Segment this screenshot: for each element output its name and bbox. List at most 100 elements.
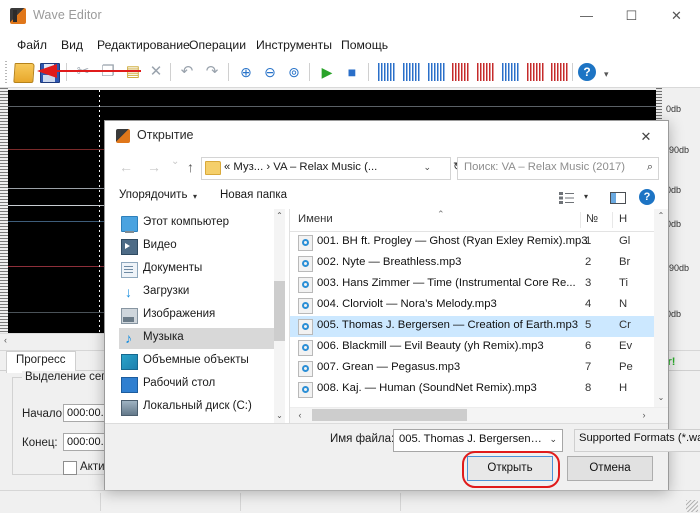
chevron-down-icon[interactable]: ▾ [193, 192, 197, 201]
toolbar-overflow-icon[interactable]: ▾ [604, 69, 609, 80]
tree-item-downloads[interactable]: ↓ Загрузки [119, 282, 275, 303]
menu-help[interactable]: Помощь [337, 37, 392, 53]
resize-grip[interactable] [686, 500, 698, 512]
minimize-button[interactable]: — [564, 0, 609, 31]
table-row[interactable]: 004. Clorviolt — Nora’s Melody.mp3 4 N [290, 295, 654, 316]
scroll-up-icon[interactable]: ⌃ [654, 209, 668, 223]
scroll-left-icon[interactable]: ‹ [4, 335, 7, 345]
zoom-out-icon[interactable]: ⊖ [261, 63, 279, 81]
list-view-icon[interactable] [559, 191, 574, 209]
maximize-button[interactable]: ☐ [609, 0, 654, 31]
search-box[interactable]: Поиск: VA – Relax Music (2017) ⌕ [457, 157, 659, 180]
play-icon[interactable]: ▶ [318, 63, 336, 81]
redo-icon[interactable]: ↷ [203, 63, 221, 81]
table-row[interactable]: 008. Kaj. — Human (SoundNet Remix).mp3 8… [290, 379, 654, 400]
scroll-up-icon[interactable]: ⌃ [274, 209, 285, 223]
help-icon[interactable]: ? [578, 63, 596, 81]
column-number[interactable]: № [586, 213, 598, 225]
pitch-down-wave-icon[interactable] [551, 63, 569, 81]
scroll-down-icon[interactable]: ⌄ [654, 391, 668, 405]
up-icon[interactable]: ↑ [187, 159, 194, 175]
local-disk-icon [121, 400, 138, 416]
cut-icon[interactable]: ✂ [74, 63, 92, 81]
filename-input[interactable]: 005. Thomas J. Bergersen — Cre ⌄ [393, 429, 563, 452]
preview-pane-icon[interactable] [610, 191, 626, 209]
view-dropdown-icon[interactable]: ▾ [584, 192, 588, 201]
undo-icon[interactable]: ↶ [178, 63, 196, 81]
insert-wave-icon[interactable] [477, 63, 495, 81]
column-title[interactable]: Н [619, 213, 627, 225]
tree-item-video[interactable]: Видео [119, 236, 275, 257]
fade-out-wave-icon[interactable] [403, 63, 421, 81]
tree-item-label: Изображения [143, 308, 216, 320]
table-row[interactable]: 001. BH ft. Progley — Ghost (Ryan Exley … [290, 232, 654, 253]
close-icon: ✕ [640, 129, 652, 144]
tree-item-pictures[interactable]: Изображения [119, 305, 275, 326]
menu-edit[interactable]: Редактирование [93, 37, 194, 53]
fade-in-wave-icon[interactable] [378, 63, 396, 81]
table-row[interactable]: 003. Hans Zimmer — Time (Instrumental Co… [290, 274, 654, 295]
audio-file-icon [298, 256, 313, 272]
tree-item-desktop[interactable]: Рабочий стол [119, 374, 275, 395]
tab-progress[interactable]: Прогресс [6, 351, 76, 373]
file-title: Ti [619, 277, 628, 289]
menu-operations[interactable]: Операции [185, 37, 250, 53]
tree-scrollbar[interactable]: ⌃ ⌄ [274, 209, 285, 423]
pitch-up-wave-icon[interactable] [527, 63, 545, 81]
tree-item-3d-objects[interactable]: Объемные объекты [119, 351, 275, 372]
normalize-wave-icon[interactable] [428, 63, 446, 81]
menu-file[interactable]: Файл [13, 37, 51, 53]
stop-icon[interactable]: ■ [343, 63, 361, 81]
tree-item-this-pc[interactable]: Этот компьютер [119, 213, 275, 234]
tree-scroll-thumb[interactable] [274, 281, 285, 341]
downloads-folder-icon: ↓ [125, 284, 132, 300]
screen: Wave Editor — ☐ ✕ Файл Вид Редактировани… [0, 0, 700, 513]
help-icon[interactable]: ? [639, 189, 655, 205]
chevron-down-icon[interactable]: ⌄ [423, 162, 431, 173]
search-input[interactable]: Поиск: VA – Relax Music (2017) [464, 161, 625, 173]
table-row[interactable]: 006. Blackmill — Evil Beauty (yh Remix).… [290, 337, 654, 358]
file-number: 5 [585, 319, 592, 331]
hscroll-thumb[interactable] [312, 409, 467, 421]
file-number: 2 [585, 256, 592, 268]
chevron-down-icon[interactable]: ⌄ [549, 434, 557, 445]
close-button[interactable]: ✕ [654, 0, 699, 31]
toolbar-grip[interactable] [5, 61, 7, 83]
tree-item-label: Рабочий стол [143, 377, 216, 389]
history-dropdown-icon[interactable]: ⌄ [171, 156, 179, 167]
zoom-fit-icon[interactable]: ⊚ [285, 63, 303, 81]
delete-icon[interactable]: ✕ [147, 63, 165, 81]
table-row-selected[interactable]: 005. Thomas J. Bergersen — Creation of E… [290, 316, 654, 337]
back-icon[interactable]: ← [119, 159, 133, 175]
filetype-select[interactable]: Supported Formats (*.wav;*mp ⌄ [574, 429, 700, 452]
forward-icon[interactable]: → [147, 159, 161, 175]
breadcrumb[interactable]: « Муз... › VA – Relax Music (... ⌄ [201, 157, 451, 180]
cancel-button[interactable]: Отмена [567, 456, 653, 481]
table-row[interactable]: 002. Nyte — Breathless.mp3 2 Br [290, 253, 654, 274]
open-file-icon[interactable] [13, 63, 35, 83]
amplify-wave-icon[interactable] [452, 63, 470, 81]
scroll-down-icon[interactable]: ⌄ [274, 409, 285, 423]
equalize-wave-icon[interactable] [502, 63, 520, 81]
menu-tools[interactable]: Инструменты [252, 37, 336, 53]
organize-button[interactable]: Упорядочить [119, 189, 187, 201]
paste-icon[interactable]: ▤ [124, 63, 142, 81]
file-list-hscrollbar[interactable]: ‹ › [290, 407, 668, 423]
menu-view[interactable]: Вид [57, 37, 87, 53]
scroll-left-icon[interactable]: ‹ [292, 408, 308, 422]
table-row[interactable]: 007. Grean — Pegasus.mp3 7 Pe [290, 358, 654, 379]
dialog-close-button[interactable]: ✕ [624, 121, 668, 151]
tree-item-documents[interactable]: Документы [119, 259, 275, 280]
copy-icon[interactable]: ❐ [99, 63, 117, 81]
file-list-vscrollbar[interactable]: ⌃ ⌄ [654, 209, 668, 423]
scroll-right-icon[interactable]: › [636, 408, 652, 422]
active-checkbox[interactable] [63, 461, 77, 475]
computer-icon [121, 216, 138, 233]
filename-value: 005. Thomas J. Bergersen — Cre [399, 433, 544, 445]
tree-item-local-disk[interactable]: Локальный диск (C:) [119, 397, 275, 418]
tree-item-music[interactable]: ♪ Музыка [119, 328, 275, 349]
column-name[interactable]: Имени [298, 213, 333, 225]
zoom-in-icon[interactable]: ⊕ [237, 63, 255, 81]
new-folder-button[interactable]: Новая папка [220, 189, 287, 201]
save-file-icon[interactable] [40, 63, 60, 83]
